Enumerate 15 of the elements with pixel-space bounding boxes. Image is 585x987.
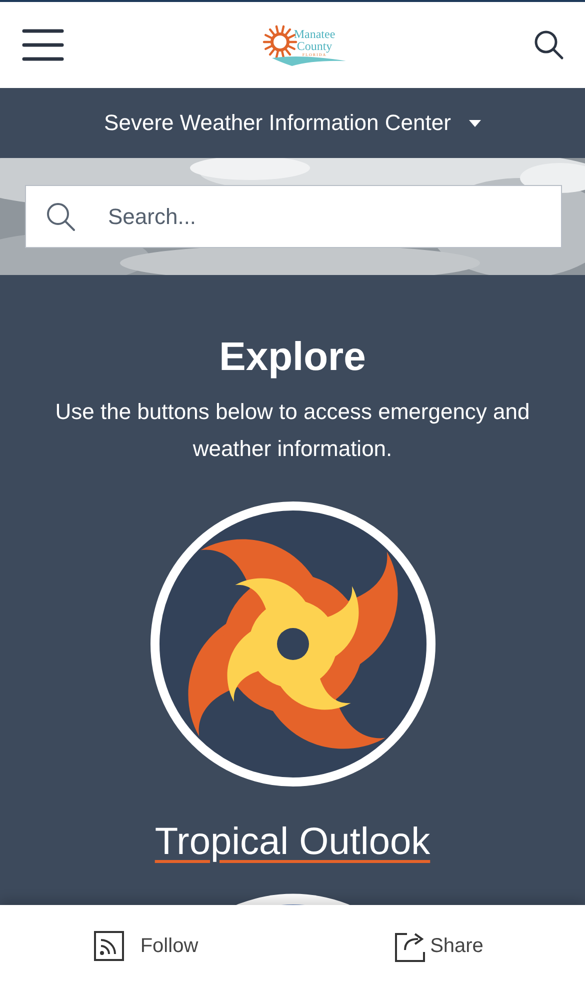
menu-icon[interactable] bbox=[22, 28, 64, 62]
caret-icon bbox=[468, 120, 481, 126]
section-dropdown[interactable]: Severe Weather Information Center bbox=[104, 110, 481, 136]
wave-icon bbox=[272, 54, 346, 66]
logo-text: County bbox=[296, 40, 332, 52]
hurricane-icon bbox=[150, 501, 436, 787]
search-field[interactable]: Search... bbox=[25, 185, 562, 248]
logo-text: Manatee bbox=[294, 28, 336, 40]
tropical-outlook-link[interactable]: Tropical Outlook bbox=[154, 821, 430, 864]
follow-button[interactable]: Follow bbox=[0, 905, 292, 987]
section-title: Explore bbox=[219, 334, 366, 381]
share-button[interactable]: Share bbox=[292, 905, 585, 987]
search-icon[interactable] bbox=[533, 29, 565, 61]
description-text: Use the buttons below to access emergency and weather information. bbox=[54, 398, 531, 463]
rss-icon bbox=[94, 931, 124, 961]
